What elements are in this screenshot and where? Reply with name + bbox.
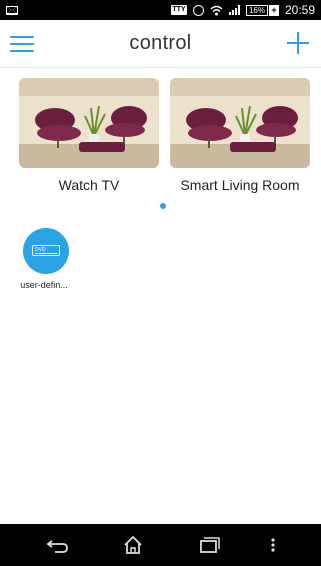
system-nav-bar [0,524,321,566]
status-time: 20:59 [284,3,315,17]
plus-icon[interactable] [285,30,311,56]
alarm-icon [192,4,204,16]
scene-card-watch-tv[interactable]: Watch TV [19,78,159,193]
back-icon[interactable] [43,533,73,557]
device-user-defined[interactable]: DVD user-defin... [20,228,71,290]
page-title: control [129,32,192,54]
more-icon[interactable] [268,533,278,557]
dvd-player-icon: DVD [23,228,69,274]
mail-icon [6,5,18,15]
page-indicator-dot [160,203,166,209]
scene-label: Watch TV [58,177,120,193]
device-label: user-defin... [20,280,68,290]
status-bar: TTY 16% + 20:59 [0,0,321,20]
app-header: control [0,20,321,68]
battery-icon: 16% + [245,4,279,16]
device-screen-text: DVD [32,245,60,256]
wifi-icon [210,5,223,15]
tty-icon: TTY [170,5,187,15]
home-icon[interactable] [118,533,148,557]
scene-thumbnail [19,78,159,168]
recent-apps-icon[interactable] [193,533,223,557]
scene-label: Smart Living Room [180,177,300,193]
battery-level: 16% [245,4,268,16]
charging-icon: + [268,4,279,16]
scene-thumbnail [170,78,310,168]
scene-card-smart-living-room[interactable]: Smart Living Room [170,78,310,193]
signal-icon [228,5,240,15]
hamburger-menu-icon[interactable] [10,34,34,54]
